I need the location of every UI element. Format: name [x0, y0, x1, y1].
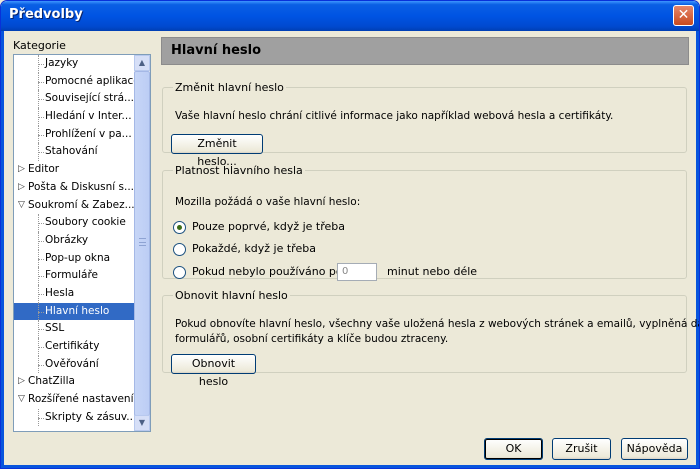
expanded-twisty-icon[interactable]: ▽ [18, 197, 25, 215]
password-validity-group: Platnost hlavního hesla Mozilla požádá o… [162, 164, 687, 281]
sidebar-item-label: Pomocné aplikace [45, 74, 135, 87]
sidebar-item-9[interactable]: Soubory cookie [14, 214, 135, 232]
sidebar-item-0[interactable]: Jazyky [14, 55, 135, 73]
cancel-button[interactable]: Zrušit [552, 438, 611, 460]
sidebar-item-10[interactable]: Obrázky [14, 231, 135, 250]
arrow-down-icon: ▼ [138, 418, 146, 427]
radio-unchecked-icon [173, 242, 186, 256]
sidebar-item-14[interactable]: Hlavní heslo [14, 302, 135, 321]
scroll-down-button[interactable]: ▼ [134, 415, 150, 431]
collapsed-twisty-icon[interactable]: ▷ [18, 373, 25, 391]
sidebar-item-6[interactable]: ▷ Editor [14, 161, 135, 179]
sidebar-item-label: Rozšířené nastavení [28, 393, 134, 406]
validity-prompt: Mozilla požádá o vaše hlavní heslo: [175, 196, 361, 208]
sidebar-item-17[interactable]: Ověřování [14, 355, 135, 374]
sidebar-item-8[interactable]: ▽ Soukromí & Zabez... [14, 197, 135, 215]
window-title: Předvolby [9, 7, 83, 22]
radio-first-time-label: Pouze poprvé, když je třeba [192, 220, 346, 233]
category-tree-items: Jazyky Pomocné aplikace Související strá..… [14, 55, 135, 427]
scroll-up-button[interactable]: ▲ [134, 55, 150, 71]
sidebar-item-label: Hledání v Inter... [45, 110, 132, 123]
sidebar-item-13[interactable]: Hesla [14, 284, 135, 303]
window-frame-right [696, 31, 699, 468]
sidebar-item-label: Skripty & zásuv... [45, 410, 135, 423]
collapsed-twisty-icon[interactable]: ▷ [18, 161, 25, 179]
sidebar-item-5[interactable]: Stahování [14, 143, 135, 161]
radio-checked-icon [173, 220, 186, 234]
reset-description-line2: formulářů, osobní certifikáty a klíče bu… [175, 333, 449, 345]
sidebar-item-11[interactable]: Pop-up okna [14, 249, 135, 268]
idle-minutes-suffix: minut nebo déle [387, 265, 478, 278]
sidebar-item-label: ChatZilla [28, 375, 75, 388]
sidebar-item-4[interactable]: Prohlížení v pa... [14, 125, 135, 144]
preferences-window: Předvolby ✕ Kategorie Jazyky Pomocné apli… [0, 0, 700, 469]
sidebar-item-3[interactable]: Hledání v Inter... [14, 108, 135, 126]
category-tree[interactable]: Jazyky Pomocné aplikace Související strá..… [13, 54, 151, 432]
sidebar-item-label: Certifikáty [45, 340, 100, 352]
sidebar-item-label: Hlavní heslo [45, 304, 110, 317]
sidebar-item-label: Pošta & Diskusní s... [28, 180, 135, 193]
sidebar-item-label: Obrázky [45, 233, 89, 246]
sidebar-item-label: Prohlížení v pa... [45, 127, 132, 140]
collapsed-twisty-icon[interactable]: ▷ [18, 179, 25, 197]
ok-button[interactable]: OK [484, 438, 543, 460]
sidebar-item-16[interactable]: Certifikáty [14, 338, 135, 356]
help-button[interactable]: Nápověda [621, 438, 688, 460]
sidebar-item-label: Jazyky [45, 57, 79, 69]
sidebar-item-19[interactable]: ▽ Rozšířené nastavení [14, 391, 135, 409]
sidebar-item-label: Ověřování [45, 357, 99, 370]
radio-every-time-label: Pokaždé, když je třeba [192, 242, 316, 255]
sidebar-item-12[interactable]: Formuláře [14, 267, 135, 285]
category-label: Kategorie [13, 39, 66, 52]
tree-scrollbar[interactable]: ▲ ▼ [134, 55, 150, 431]
sidebar-item-label: Soubory cookie [45, 216, 126, 229]
sidebar-item-label: Pop-up okna [45, 251, 111, 264]
sidebar-item-label: Soukromí & Zabez... [28, 198, 135, 211]
page-title: Hlavní heslo [161, 37, 689, 65]
sidebar-item-label: Související strá... [45, 92, 135, 105]
sidebar-item-15[interactable]: SSL [14, 320, 135, 338]
sidebar-item-2[interactable]: Související strá... [14, 90, 135, 108]
close-icon: ✕ [677, 7, 690, 23]
grip-icon [139, 238, 146, 246]
radio-first-time[interactable]: Pouze poprvé, když je třeba [173, 219, 345, 235]
idle-minutes-input[interactable]: 0 [337, 263, 377, 281]
window-frame-left [1, 31, 4, 468]
reset-description-line1: Pokud obnovíte hlavní heslo, všechny vaš… [175, 318, 700, 330]
sidebar-item-18[interactable]: ▷ ChatZilla [14, 373, 135, 391]
reset-password-group: Obnovit hlavní heslo Pokud obnovíte hlav… [162, 289, 699, 388]
sidebar-item-7[interactable]: ▷ Pošta & Diskusní s... [14, 179, 135, 197]
change-password-legend: Změnit hlavní heslo [175, 81, 284, 94]
sidebar-item-label: Editor [28, 163, 60, 176]
change-password-button[interactable]: Změnit heslo... [171, 134, 263, 168]
radio-idle[interactable]: Pokud nebylo používáno po [173, 264, 343, 280]
close-button[interactable]: ✕ [673, 5, 694, 26]
password-validity-legend: Platnost hlavního hesla [175, 164, 303, 177]
radio-every-time[interactable]: Pokaždé, když je třeba [173, 241, 316, 257]
title-bar[interactable]: Předvolby ✕ [1, 1, 699, 31]
change-password-group: Změnit hlavní heslo Vaše hlavní heslo ch… [162, 81, 687, 168]
expanded-twisty-icon[interactable]: ▽ [18, 391, 25, 409]
sidebar-item-20[interactable]: Skripty & zásuv... [14, 408, 135, 427]
sidebar-item-label: Formuláře [45, 269, 99, 282]
sidebar-item-label: SSL [45, 322, 65, 335]
radio-unchecked-icon [173, 265, 186, 279]
window-frame-bottom [1, 465, 699, 468]
scroll-thumb[interactable] [134, 71, 150, 416]
radio-idle-label: Pokud nebylo používáno po [192, 265, 343, 278]
sidebar-item-label: Stahování [45, 145, 98, 158]
reset-password-legend: Obnovit hlavní heslo [175, 289, 288, 302]
reset-password-button[interactable]: Obnovit heslo [171, 354, 256, 388]
sidebar-item-1[interactable]: Pomocné aplikace [14, 72, 135, 91]
change-password-description: Vaše hlavní heslo chrání citlivé informa… [175, 110, 614, 122]
arrow-up-icon: ▲ [138, 58, 146, 67]
sidebar-item-label: Hesla [45, 286, 75, 299]
